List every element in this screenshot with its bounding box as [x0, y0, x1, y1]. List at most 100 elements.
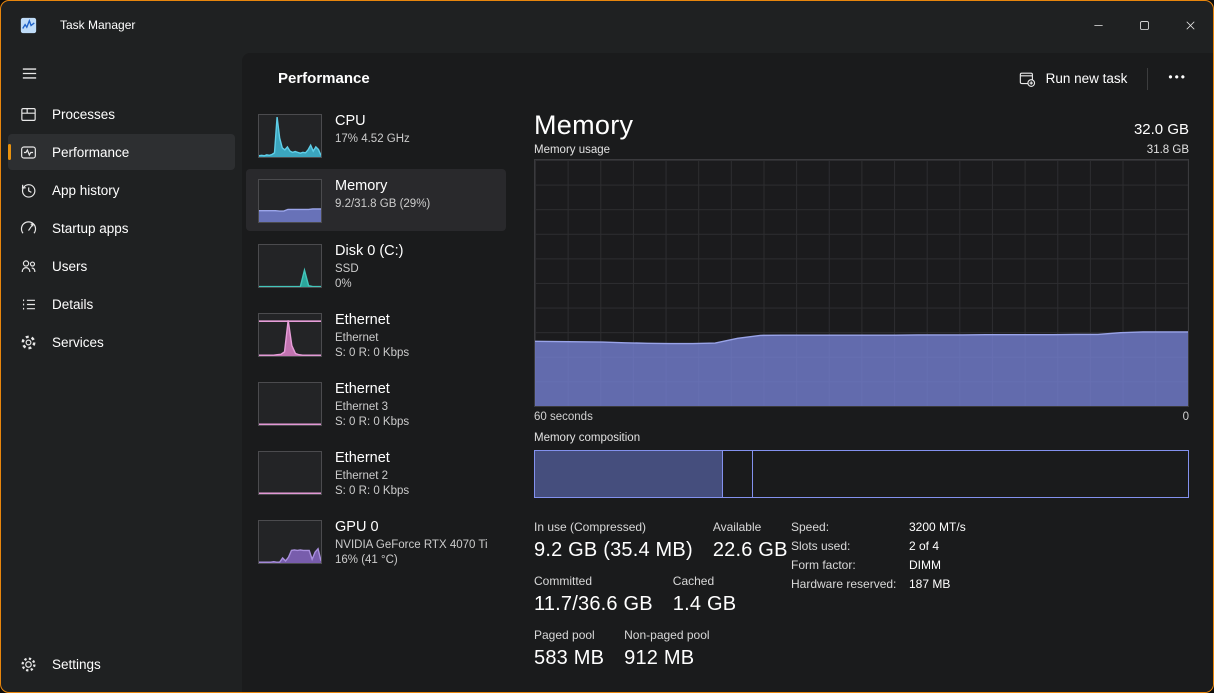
services-icon: [19, 333, 38, 352]
processes-icon: [19, 105, 38, 124]
time-axis-left-label: 60 seconds: [534, 411, 593, 423]
details-icon: [19, 295, 38, 314]
spec-value-slots-used: 2 of 4: [909, 539, 966, 553]
page-header: Performance Run new task •••: [242, 53, 1213, 104]
spec-value-form-factor: DIMM: [909, 558, 966, 572]
close-button[interactable]: [1167, 1, 1213, 49]
perf-list-item-gpu0[interactable]: GPU 0 NVIDIA GeForce RTX 4070 Ti16% (41 …: [246, 510, 506, 576]
perf-item-subline: 0%: [335, 277, 403, 292]
memory-usable-capacity: 31.8 GB: [1147, 144, 1189, 156]
sidebar-item-label: Processes: [52, 107, 115, 122]
run-new-task-label: Run new task: [1046, 71, 1128, 86]
time-axis-right-label: 0: [1183, 411, 1189, 423]
perf-item-sublines: 9.2/31.8 GB (29%): [335, 197, 430, 212]
perf-item-title: Memory: [335, 178, 430, 194]
cpu-sparkline: [259, 115, 321, 157]
maximize-icon: [1137, 18, 1152, 33]
perf-item-text: Ethernet Ethernet 2S: 0 R: 0 Kbps: [335, 449, 409, 499]
ethernet2-sparkline: [259, 452, 321, 494]
spec-value-speed: 3200 MT/s: [909, 520, 966, 534]
sidebar-item-label: App history: [52, 183, 120, 198]
performance-icon: [19, 143, 38, 162]
memory-detail-header: Memory 32.0 GB: [534, 109, 1189, 141]
memory-stats: In use (Compressed)9.2 GB (35.4 MB)Avail…: [534, 520, 786, 682]
perf-list-item-cpu[interactable]: CPU 17% 4.52 GHz: [246, 104, 506, 166]
perf-item-subline: S: 0 R: 0 Kbps: [335, 484, 409, 499]
perf-item-title: Ethernet: [335, 381, 409, 397]
memory-stats-area: In use (Compressed)9.2 GB (35.4 MB)Avail…: [534, 520, 1189, 682]
stat-value: 11.7/36.6 GB: [534, 593, 653, 616]
perf-list-item-ethernet3[interactable]: Ethernet Ethernet 3S: 0 R: 0 Kbps: [246, 372, 506, 438]
stat-cached: Cached1.4 GB: [673, 574, 736, 616]
perf-item-thumbnail-chart: [258, 114, 322, 158]
perf-item-title: CPU: [335, 113, 410, 129]
sidebar-item-app-history[interactable]: App history: [8, 172, 235, 208]
spec-label-speed: Speed:: [791, 520, 909, 534]
ethernet1-sparkline: [259, 314, 321, 356]
memory-usage-row: Memory usage 31.8 GB: [534, 144, 1189, 156]
perf-item-text: Ethernet Ethernet 3S: 0 R: 0 Kbps: [335, 380, 409, 430]
perf-item-thumbnail-chart: [258, 451, 322, 495]
memory-title: Memory: [534, 109, 633, 141]
minimize-button[interactable]: [1075, 1, 1121, 49]
perf-item-thumbnail-chart: [258, 313, 322, 357]
ethernet3-sparkline: [259, 383, 321, 425]
stat-label: Available: [713, 520, 788, 534]
perf-item-text: CPU 17% 4.52 GHz: [335, 112, 410, 158]
perf-item-thumbnail-chart: [258, 179, 322, 223]
sidebar-item-label: Settings: [52, 657, 101, 672]
sidebar-item-users[interactable]: Users: [8, 248, 235, 284]
stat-available: Available 22.6 GB: [713, 520, 788, 562]
composition-divider-1: [722, 451, 723, 497]
perf-item-text: Memory 9.2/31.8 GB (29%): [335, 177, 430, 223]
stat-label: Non-paged pool: [624, 628, 709, 642]
titlebar: Task Manager: [1, 1, 1213, 49]
perf-item-subline: Ethernet: [335, 331, 409, 346]
perf-list-item-memory[interactable]: Memory 9.2/31.8 GB (29%): [246, 169, 506, 231]
memory-composition-bar: [534, 450, 1189, 498]
perf-item-subline: NVIDIA GeForce RTX 4070 Ti: [335, 538, 488, 553]
stat-value: 583 MB: [534, 647, 604, 670]
perf-item-sublines: 17% 4.52 GHz: [335, 132, 410, 147]
sidebar-item-startup-apps[interactable]: Startup apps: [8, 210, 235, 246]
window-title: Task Manager: [60, 18, 135, 32]
window-controls: [1075, 1, 1213, 49]
perf-list-item-ethernet1[interactable]: Ethernet EthernetS: 0 R: 0 Kbps: [246, 303, 506, 369]
sidebar-item-settings[interactable]: Settings: [8, 646, 235, 682]
perf-item-thumbnail-chart: [258, 382, 322, 426]
sidebar-item-processes[interactable]: Processes: [8, 96, 235, 132]
disk0-sparkline: [259, 245, 321, 287]
stat-value: 22.6 GB: [713, 539, 788, 562]
perf-item-sublines: Ethernet 2S: 0 R: 0 Kbps: [335, 469, 409, 499]
hamburger-icon: [20, 64, 39, 83]
sidebar-item-label: Services: [52, 335, 104, 350]
perf-item-subline: Ethernet 3: [335, 400, 409, 415]
memory-detail-panel: Memory 32.0 GB Memory usage 31.8 GB 60 s…: [534, 109, 1189, 682]
minimize-icon: [1091, 18, 1106, 33]
perf-list-item-ethernet2[interactable]: Ethernet Ethernet 2S: 0 R: 0 Kbps: [246, 441, 506, 507]
perf-item-text: Ethernet EthernetS: 0 R: 0 Kbps: [335, 311, 409, 361]
sidebar-item-services[interactable]: Services: [8, 324, 235, 360]
sidebar-item-label: Users: [52, 259, 87, 274]
stat-value: 912 MB: [624, 647, 709, 670]
perf-item-sublines: SSD0%: [335, 262, 403, 292]
more-options-button[interactable]: •••: [1156, 64, 1199, 94]
run-new-task-button[interactable]: Run new task: [1006, 63, 1140, 95]
perf-item-text: Disk 0 (C:) SSD0%: [335, 242, 403, 292]
maximize-button[interactable]: [1121, 1, 1167, 49]
header-divider: [1147, 68, 1148, 90]
perf-item-sublines: EthernetS: 0 R: 0 Kbps: [335, 331, 409, 361]
sidebar-item-details[interactable]: Details: [8, 286, 235, 322]
stat-value: 9.2 GB (35.4 MB): [534, 539, 693, 562]
perf-item-thumbnail-chart: [258, 520, 322, 564]
spec-label-slots-used: Slots used:: [791, 539, 909, 553]
composition-divider-2: [752, 451, 753, 497]
content-card: Performance Run new task ••• CPU 17% 4.5…: [242, 53, 1213, 692]
perf-list-item-disk0[interactable]: Disk 0 (C:) SSD0%: [246, 234, 506, 300]
navigation-menu-button[interactable]: [14, 60, 44, 86]
memory-usage-graph-plot: [534, 159, 1189, 407]
sidebar-item-performance[interactable]: Performance: [8, 134, 235, 170]
perf-list: CPU 17% 4.52 GHz Memory 9.2/31.8 GB (29%…: [242, 104, 508, 579]
perf-item-title: Ethernet: [335, 312, 409, 328]
perf-item-subline: Ethernet 2: [335, 469, 409, 484]
